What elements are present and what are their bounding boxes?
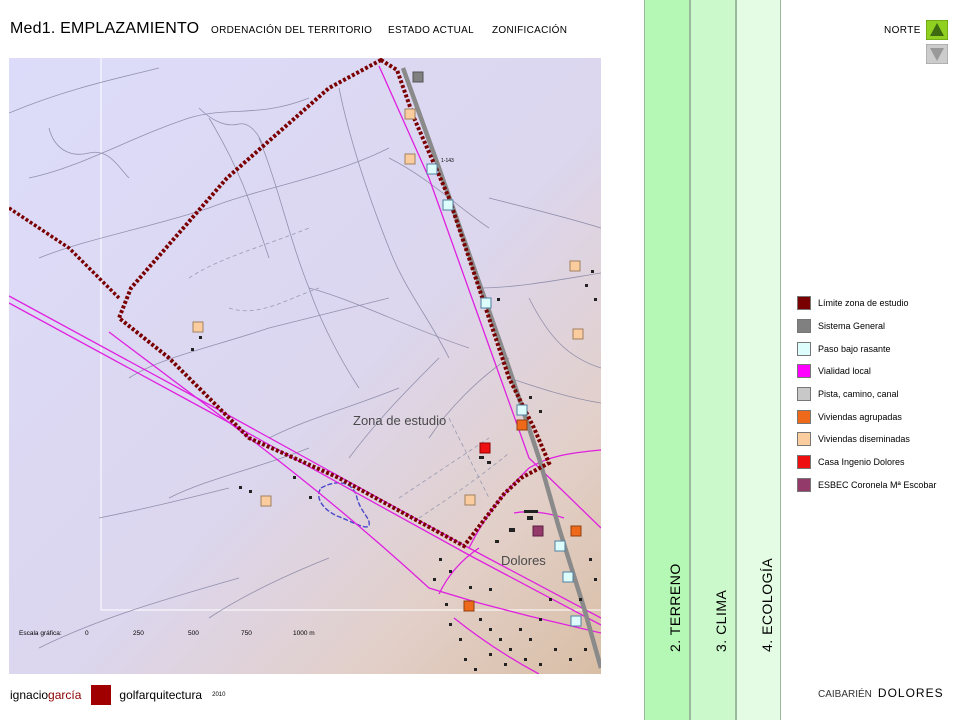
legend-label: Límite zona de estudio <box>818 298 909 309</box>
nav-ordenacion[interactable]: ORDENACIÓN DEL TERRITORIO <box>211 25 372 36</box>
north-label: NORTE <box>884 25 921 36</box>
tab-clima-label: 3. CLIMA <box>713 589 729 652</box>
legend-label: Casa Ingenio Dolores <box>818 457 905 468</box>
scattered-house-marker <box>260 495 272 507</box>
legend-item: Viviendas diseminadas <box>797 428 936 451</box>
legend-label: Sistema General <box>818 321 886 332</box>
legend-label: Paso bajo rasante <box>818 343 891 354</box>
page-title: Med1. EMPLAZAMIENTO <box>10 20 200 37</box>
legend-label: ESBEC Coronela Mª Escobar <box>818 479 937 490</box>
legend-item: Casa Ingenio Dolores <box>797 451 936 474</box>
legend-label: Viviendas agrupadas <box>818 411 902 422</box>
location-label: CAIBARIÉN DOLORES <box>818 686 944 700</box>
author-last-name: garcía <box>48 688 82 702</box>
scattered-house-marker <box>404 153 416 165</box>
scattered-house-marker <box>572 328 584 340</box>
ingenio-dolores-marker <box>479 442 491 454</box>
legend-item: Vialidad local <box>797 360 936 383</box>
north-down-button[interactable] <box>925 43 949 65</box>
grouped-housing-marker <box>463 600 475 612</box>
scattered-house-marker <box>464 494 476 506</box>
map-legend: Límite zona de estudio Sistema General Pas… <box>797 292 936 496</box>
brand-name: golfarquitectura <box>119 688 203 702</box>
legend-swatch <box>797 364 811 379</box>
legend-label: Vialidad local <box>818 366 871 377</box>
scale-tick-label: 1000 m <box>293 630 315 637</box>
legend-item: Sistema General <box>797 315 936 338</box>
scattered-house-marker <box>192 321 204 333</box>
underpass-marker <box>554 540 566 552</box>
underpass-marker <box>442 199 454 211</box>
scattered-house-marker <box>569 260 581 272</box>
legend-swatch <box>797 455 811 470</box>
scale-tick-label: 0 <box>85 630 89 637</box>
author-first-name: ignacio <box>10 688 49 702</box>
tab-ecologia[interactable]: 4. ECOLOGÍA <box>736 0 781 720</box>
vertical-tabs: 2. TERRENO 3. CLIMA 4. ECOLOGÍA <box>644 0 781 720</box>
nav-estado-actual[interactable]: ESTADO ACTUAL <box>388 25 474 36</box>
legend-label: Pista, camino, canal <box>818 389 899 400</box>
legend-swatch <box>797 432 811 447</box>
legend-swatch <box>797 341 811 356</box>
tab-clima[interactable]: 3. CLIMA <box>690 0 736 720</box>
region-label: CAIBARIÉN <box>818 689 872 700</box>
scale-tick-label: 750 <box>241 630 252 637</box>
arrow-up-icon <box>925 19 949 41</box>
general-system-marker <box>412 71 424 83</box>
legend-item: Límite zona de estudio <box>797 292 936 315</box>
scale-tick-label: 500 <box>188 630 199 637</box>
legend-swatch <box>797 296 811 311</box>
year-label: 2010 <box>212 692 226 698</box>
scale-tick-label: 250 <box>133 630 144 637</box>
legend-swatch <box>797 477 811 492</box>
arrow-down-icon <box>925 43 949 65</box>
nav-zonificacion[interactable]: ZONIFICACIÓN <box>492 25 567 36</box>
legend-label: Viviendas diseminadas <box>818 434 910 445</box>
brand-logo-square <box>91 685 112 705</box>
tab-terreno-label: 2. TERRENO <box>667 563 683 652</box>
underpass-marker <box>570 615 582 627</box>
esbec-marker <box>532 525 544 537</box>
legend-item: Viviendas agrupadas <box>797 405 936 428</box>
site-map: 1-143 Zona de estudio Dolores Escala grá… <box>9 58 601 674</box>
tab-terreno[interactable]: 2. TERRENO <box>644 0 690 720</box>
tab-ecologia-label: 4. ECOLOGÍA <box>758 557 775 652</box>
town-label: Dolores <box>501 553 546 568</box>
legend-item: Paso bajo rasante <box>797 337 936 360</box>
road-code-label: 1-143 <box>441 158 454 164</box>
underpass-marker <box>562 571 574 583</box>
grouped-housing-marker <box>516 419 528 431</box>
legend-item: ESBEC Coronela Mª Escobar <box>797 474 936 497</box>
legend-swatch <box>797 409 811 424</box>
underpass-marker <box>426 163 438 175</box>
north-up-button[interactable] <box>925 19 949 41</box>
scattered-house-marker <box>404 108 416 120</box>
legend-swatch <box>797 319 811 334</box>
legend-swatch <box>797 387 811 402</box>
underpass-marker <box>516 404 528 416</box>
scale-label: Escala gráfica: <box>19 630 62 637</box>
map-background <box>9 58 601 674</box>
study-zone-label: Zona de estudio <box>353 413 446 428</box>
legend-item: Pista, camino, canal <box>797 383 936 406</box>
grouped-housing-marker <box>570 525 582 537</box>
place-label: DOLORES <box>877 686 944 700</box>
author-credit: ignacio garcía golfarquitectura 2010 <box>10 685 225 705</box>
underpass-marker <box>480 297 492 309</box>
